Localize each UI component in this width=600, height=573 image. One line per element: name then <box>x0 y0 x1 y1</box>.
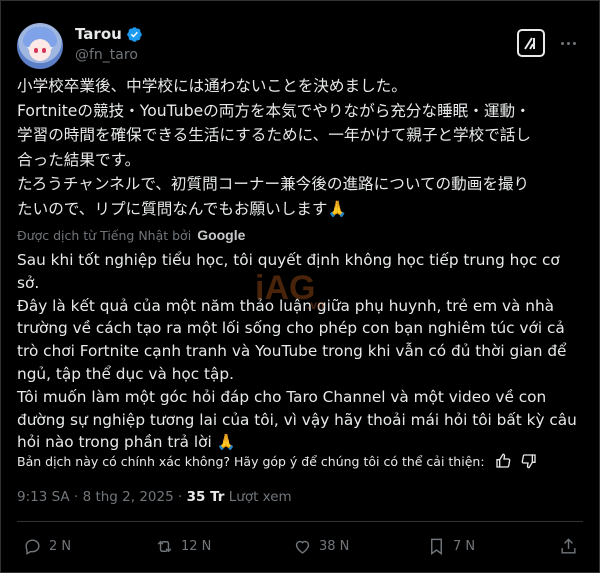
translation-provider[interactable]: Google <box>197 227 245 243</box>
tweet-meta: 9:13 SA · 8 thg 2, 2025 · 35 Tr Lượt xem <box>17 489 292 505</box>
repost-icon <box>157 540 172 553</box>
reply-icon <box>25 539 40 555</box>
author-handle[interactable]: @fn_taro <box>75 47 138 63</box>
repost-button[interactable]: 12 N <box>155 537 211 556</box>
tweet-time[interactable]: 9:13 SA <box>17 489 70 505</box>
share-icon <box>561 538 576 554</box>
like-count: 38 N <box>319 539 350 554</box>
translation-label: Được dịch từ Tiếng Nhật bởi <box>17 227 192 243</box>
tweet-original-text: 小学校卒業後、中学校には通わないことを決めました。 Fortniteの競技・Yo… <box>17 77 531 218</box>
translation-attribution: Được dịch từ Tiếng Nhật bởi Google <box>17 227 245 243</box>
feedback-prompt: Bản dịch này có chính xác không? Hãy góp… <box>17 453 485 469</box>
tweet-date[interactable]: 8 thg 2, 2025 <box>83 489 174 505</box>
reply-count: 2 N <box>49 539 72 554</box>
translation-feedback: Bản dịch này có chính xác không? Hãy góp… <box>17 453 537 469</box>
verified-badge-icon <box>127 26 142 42</box>
heart-icon <box>295 540 310 554</box>
grok-icon[interactable] <box>517 29 545 57</box>
repost-count: 12 N <box>181 539 212 554</box>
bookmark-icon <box>431 538 442 556</box>
tweet-translated-text: Sau khi tốt nghiệp tiểu học, tôi quyết đ… <box>17 251 577 452</box>
tweet-header: Tarou @fn_taro <box>17 15 583 71</box>
thumbs-up-icon[interactable] <box>495 453 511 469</box>
like-button[interactable]: 38 N <box>293 537 349 556</box>
share-button[interactable] <box>559 537 578 556</box>
meta-separator-2: · <box>177 489 183 505</box>
thumbs-down-icon[interactable] <box>521 453 537 469</box>
bookmark-button[interactable]: 7 N <box>427 537 475 556</box>
author-name[interactable]: Tarou <box>75 25 122 43</box>
author-name-row[interactable]: Tarou <box>75 25 143 43</box>
bookmark-count: 7 N <box>453 539 476 554</box>
view-count: 35 Tr <box>186 489 225 505</box>
meta-separator: · <box>73 489 79 505</box>
tweet-card: Tarou @fn_taro 小学校卒業後、中学校には通わないことを決めました。… <box>0 0 600 573</box>
more-icon[interactable] <box>557 29 579 57</box>
tweet-actions: 2 N 12 N 38 N 7 N <box>17 537 583 561</box>
reply-button[interactable]: 2 N <box>23 537 71 556</box>
avatar[interactable] <box>17 23 63 69</box>
view-label: Lượt xem <box>228 489 292 505</box>
divider <box>17 521 583 522</box>
